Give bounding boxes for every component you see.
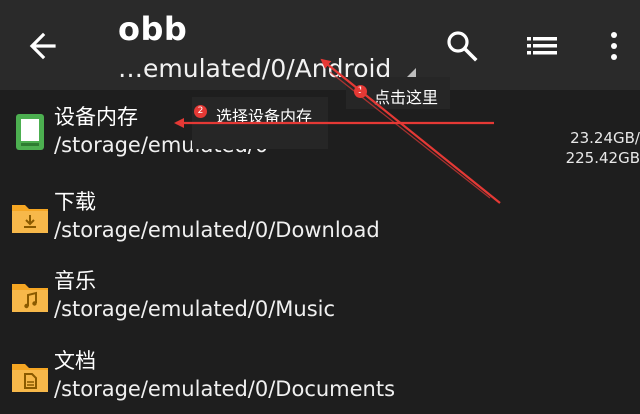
back-button[interactable] <box>24 26 64 66</box>
item-path: /storage/emulated/0/Documents <box>54 377 396 401</box>
search-icon <box>447 31 478 62</box>
music-folder-icon <box>12 284 48 312</box>
annotation-badge-2: 2 <box>194 105 207 118</box>
download-folder-icon <box>12 205 48 233</box>
toolbar-title: obb <box>118 10 188 48</box>
list-view-button[interactable] <box>524 28 560 64</box>
list-item-documents[interactable]: 文档 /storage/emulated/0/Documents <box>0 334 640 414</box>
documents-folder-icon <box>12 364 48 392</box>
item-name: 设备内存 <box>54 105 138 129</box>
app-bar: obb …emulated/0/Android <box>0 0 640 90</box>
storage-total: 225.42GB <box>565 149 640 167</box>
item-path: /storage/emulated/0/Music <box>54 297 336 321</box>
search-button[interactable] <box>444 28 480 64</box>
storage-free: 23.24GB/ <box>570 129 640 147</box>
item-path: /storage/emulated/0/Download <box>54 218 380 242</box>
more-options-button[interactable] <box>596 28 632 64</box>
list-view-icon <box>527 37 557 55</box>
item-name: 文档 <box>54 349 96 373</box>
annotation-badge-1: 1 <box>354 85 367 98</box>
more-vert-icon <box>611 32 617 60</box>
list-item-download[interactable]: 下载 /storage/emulated/0/Download <box>0 175 640 255</box>
list-item-music[interactable]: 音乐 /storage/emulated/0/Music <box>0 254 640 334</box>
phone-storage-icon <box>16 114 44 150</box>
annotation-text-1: 点击这里 <box>374 88 439 107</box>
item-name: 下载 <box>54 190 96 214</box>
item-name: 音乐 <box>54 269 96 293</box>
arrow-left-icon <box>29 32 56 60</box>
annotation-text-2: 选择设备内存 <box>216 107 313 126</box>
storage-capacity: 23.24GB/ 225.42GB <box>566 128 640 168</box>
